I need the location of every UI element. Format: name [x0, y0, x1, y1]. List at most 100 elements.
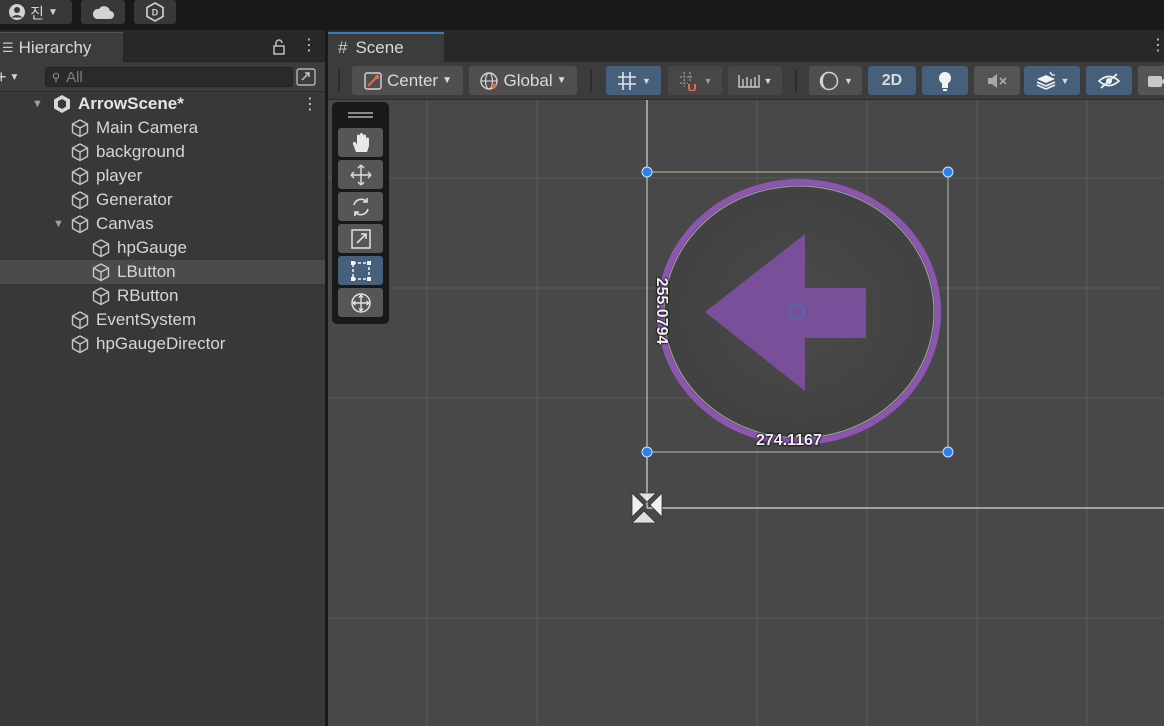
lbutton-sprite[interactable] [657, 179, 941, 445]
rotate-icon [352, 197, 369, 216]
chevron-down-icon: ▼ [442, 75, 452, 86]
user-icon [9, 4, 26, 20]
more-options-icon[interactable]: ⋮ [1150, 35, 1164, 55]
fold-down-icon[interactable]: ▼ [32, 98, 43, 110]
rect-handle-top-right[interactable] [942, 166, 954, 178]
collab-button[interactable]: D [134, 0, 176, 24]
scene-tab-label: Scene [355, 38, 404, 57]
create-button[interactable]: + ▼ [0, 66, 28, 88]
hierarchy-items: Main Camera background player Generator ▼ Can… [0, 116, 325, 356]
lock-icon[interactable] [272, 39, 286, 55]
gameobject-cube-icon [71, 143, 89, 162]
hierarchy-item[interactable]: hpGaugeDirector [0, 332, 325, 356]
draw-mode-dropdown[interactable]: ▼ [809, 66, 862, 95]
tab-scene[interactable]: # Scene [328, 32, 444, 62]
space-global-dropdown[interactable]: Global ▼ [469, 66, 577, 95]
hierarchy-item-label: Canvas [96, 214, 154, 233]
fold-down-icon[interactable]: ▼ [53, 218, 64, 230]
menu-lines-icon: ☰ [2, 39, 14, 55]
audio-toggle[interactable] [974, 66, 1020, 95]
scene-name: ArrowScene* [78, 94, 184, 113]
ruler-icon [737, 74, 760, 88]
hierarchy-item[interactable]: background [0, 140, 325, 164]
hierarchy-item-label: hpGaugeDirector [96, 334, 226, 353]
rotate-tool-button[interactable] [338, 192, 383, 221]
scene-more-icon[interactable]: ⋮ [302, 94, 318, 114]
shading-sphere-icon [819, 71, 839, 90]
scale-icon [350, 228, 371, 249]
grid-hash-icon: # [338, 38, 348, 57]
globe-icon [480, 71, 499, 90]
increment-snap-toggle[interactable]: ▼ [668, 66, 722, 95]
hierarchy-search-input[interactable]: ⚲ All [45, 67, 293, 87]
scene-toolbar: Center ▼ Global ▼ ▼ ▼ ▼ ▼ 2D ▼ [328, 62, 1164, 100]
rect-handle-bottom-left[interactable] [641, 446, 653, 458]
hierarchy-item-label: LButton [117, 262, 176, 281]
more-options-icon[interactable]: ⋮ [301, 35, 317, 55]
scene-row[interactable]: ▼ ArrowScene* ⋮ [0, 92, 325, 116]
search-placeholder: All [66, 68, 83, 86]
rect-tool-button[interactable] [338, 256, 383, 285]
rect-handle-bottom-right[interactable] [942, 446, 954, 458]
hierarchy-item[interactable]: player [0, 164, 325, 188]
palette-grip[interactable] [348, 112, 373, 118]
camera-settings-button[interactable] [1138, 66, 1164, 95]
search-icon: ⚲ [52, 71, 61, 84]
gameobject-cube-icon [71, 311, 89, 330]
hierarchy-item[interactable]: RButton [0, 284, 325, 308]
tab-hierarchy[interactable]: ☰ Hierarchy [0, 32, 123, 62]
scene-visibility-toggle[interactable] [1086, 66, 1132, 95]
chevron-down-icon: ▼ [1060, 75, 1070, 86]
cloud-button[interactable] [81, 0, 125, 24]
scene-search-icon[interactable] [296, 68, 316, 86]
gameobject-cube-icon [71, 335, 89, 354]
hierarchy-item-label: EventSystem [96, 310, 197, 329]
chevron-down-icon: ▼ [763, 75, 773, 86]
scene-canvas[interactable] [328, 100, 1164, 726]
hierarchy-item[interactable]: Main Camera [0, 116, 325, 140]
top-bar: 진 ▼ D [0, 0, 1164, 30]
toolbar-grip [338, 70, 340, 92]
unity-d-icon: D [146, 2, 164, 22]
hierarchy-item[interactable]: hpGauge [0, 236, 325, 260]
chevron-down-icon: ▼ [9, 71, 20, 83]
hierarchy-item[interactable]: ▼ Canvas [0, 212, 325, 236]
scale-tool-button[interactable] [338, 224, 383, 253]
pivot-label: Center [387, 70, 439, 90]
pivot-center-dropdown[interactable]: Center ▼ [352, 66, 463, 95]
hand-icon [352, 132, 369, 152]
mute-speaker-icon [988, 73, 1007, 88]
2d-mode-toggle[interactable]: 2D [868, 66, 916, 95]
hierarchy-item-label: Generator [96, 190, 173, 209]
effects-dropdown[interactable]: ▼ [1024, 66, 1080, 95]
hierarchy-tab-label: Hierarchy [18, 37, 92, 57]
chevron-down-icon: ▼ [642, 75, 651, 86]
svg-text:D: D [152, 8, 159, 18]
rect-handle-top-left[interactable] [641, 166, 653, 178]
hand-tool-button[interactable] [338, 128, 383, 157]
chevron-down-icon: ▼ [556, 75, 567, 86]
chevron-down-icon: ▼ [844, 75, 853, 86]
scene-tab-strip: # Scene ⋮ [328, 30, 1164, 62]
snap-magnet-icon [679, 71, 696, 91]
gameobject-cube-icon [71, 215, 89, 234]
scene-viewport[interactable]: 255.0794 274.1167 [328, 100, 1164, 726]
account-label: 진 [30, 4, 44, 22]
gameobject-cube-icon [92, 239, 110, 258]
hidden-eye-icon [1097, 72, 1121, 89]
gameobject-cube-icon [92, 287, 110, 306]
camera-icon [1148, 75, 1164, 87]
move-tool-button[interactable] [338, 160, 383, 189]
space-label: Global [503, 70, 553, 90]
hierarchy-item[interactable]: LButton [0, 260, 325, 284]
gameobject-cube-icon [92, 263, 110, 282]
gameobject-cube-icon [71, 191, 89, 210]
hierarchy-item[interactable]: EventSystem [0, 308, 325, 332]
align-snap-dropdown[interactable]: ▼ [728, 66, 782, 95]
chevron-down-icon: ▼ [47, 6, 58, 18]
hierarchy-item[interactable]: Generator [0, 188, 325, 212]
lighting-toggle[interactable] [922, 66, 968, 95]
transform-tool-button[interactable] [338, 288, 383, 317]
grid-snap-toggle[interactable]: ▼ [606, 66, 661, 95]
account-button[interactable]: 진 ▼ [0, 0, 72, 24]
